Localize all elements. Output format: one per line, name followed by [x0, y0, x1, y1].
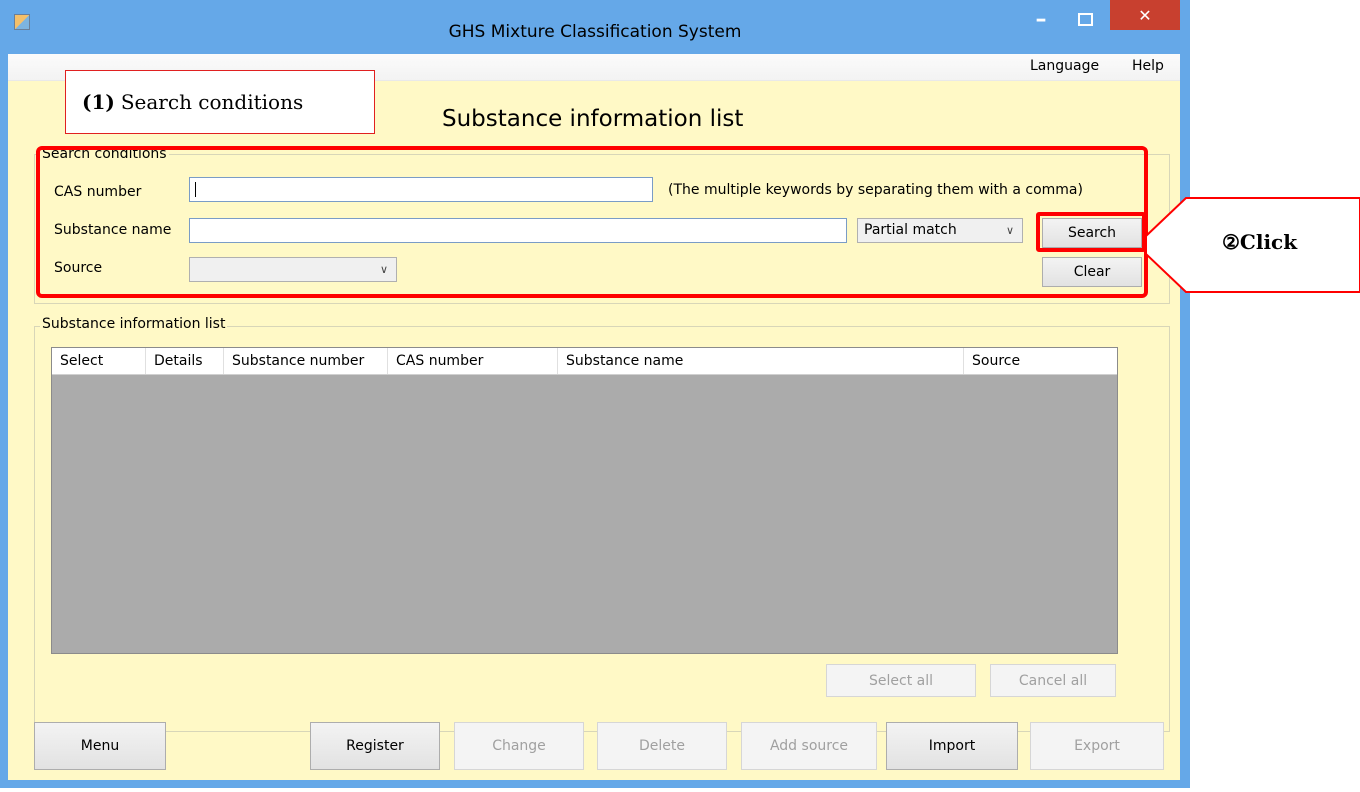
- title-bar[interactable]: GHS Mixture Classification System – ✕: [0, 0, 1190, 54]
- menu-button[interactable]: Menu: [34, 722, 166, 770]
- page-title: Substance information list: [442, 106, 744, 132]
- substance-list-legend: Substance information list: [40, 316, 228, 332]
- window-title: GHS Mixture Classification System: [448, 22, 742, 42]
- minimize-button[interactable]: –: [1022, 6, 1060, 33]
- maximize-icon: [1077, 13, 1093, 26]
- substance-table[interactable]: Select Details Substance number CAS numb…: [51, 347, 1118, 654]
- import-button[interactable]: Import: [886, 722, 1018, 770]
- menu-help[interactable]: Help: [1132, 58, 1164, 74]
- delete-button[interactable]: Delete: [597, 722, 727, 770]
- column-header-details[interactable]: Details: [146, 348, 224, 374]
- maximize-button[interactable]: [1063, 6, 1107, 33]
- cancel-all-button[interactable]: Cancel all: [990, 664, 1116, 697]
- add-source-button[interactable]: Add source: [741, 722, 877, 770]
- search-button-highlight: [1036, 212, 1146, 252]
- change-button[interactable]: Change: [454, 722, 584, 770]
- column-header-source[interactable]: Source: [964, 348, 1117, 374]
- search-conditions-highlight: [36, 146, 1148, 298]
- select-all-button[interactable]: Select all: [826, 664, 976, 697]
- step2-annotation: ②Click: [1222, 230, 1298, 254]
- step1-number: (1): [82, 90, 115, 114]
- column-header-substance-number[interactable]: Substance number: [224, 348, 388, 374]
- register-button[interactable]: Register: [310, 722, 440, 770]
- column-header-substance-name[interactable]: Substance name: [558, 348, 964, 374]
- column-header-select[interactable]: Select: [52, 348, 146, 374]
- step1-text: Search conditions: [120, 90, 304, 114]
- close-button[interactable]: ✕: [1110, 0, 1180, 30]
- column-header-cas-number[interactable]: CAS number: [388, 348, 558, 374]
- step1-annotation: (1) Search conditions: [65, 70, 375, 134]
- menu-language[interactable]: Language: [1030, 58, 1099, 74]
- table-header: Select Details Substance number CAS numb…: [52, 348, 1117, 375]
- export-button[interactable]: Export: [1030, 722, 1164, 770]
